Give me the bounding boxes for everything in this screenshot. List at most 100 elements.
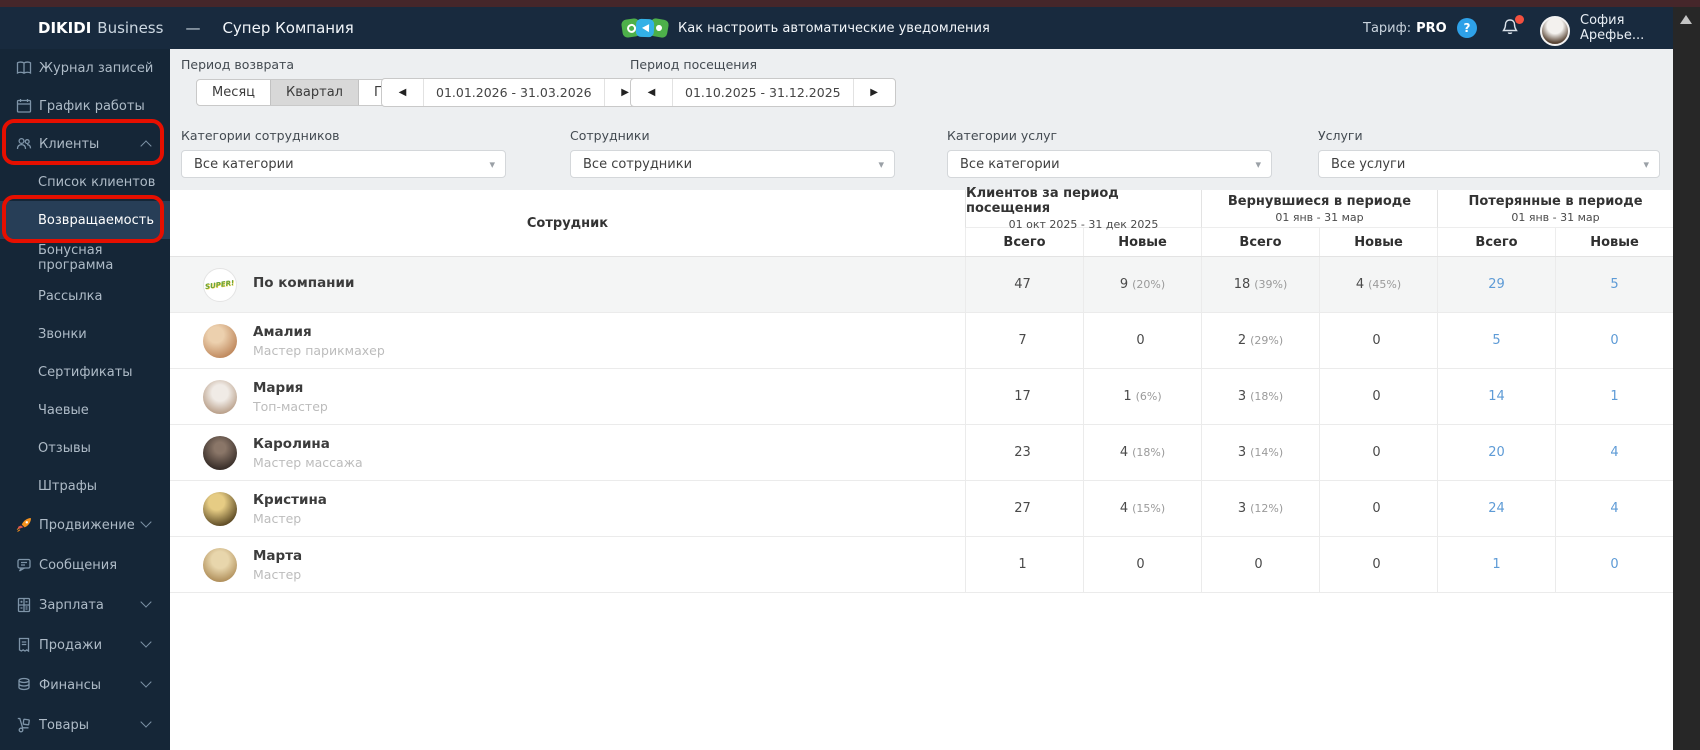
sidebar-item-calls[interactable]: Звонки: [0, 315, 170, 353]
brand-dikidi: DIKIDI: [38, 19, 92, 37]
next-period-button[interactable]: ▶: [852, 79, 895, 106]
cell-lost-new-link[interactable]: 0: [1555, 313, 1673, 368]
table-row: Мария Топ-мастер 17 1 (6%) 3 (18%) 0 14 1: [170, 369, 1673, 425]
employee-name: Кристина: [253, 491, 327, 508]
sidebar-item-salary[interactable]: Зарплата: [0, 585, 170, 625]
chevron-down-icon: ▾: [489, 157, 495, 171]
sidebar-item-label: Товары: [39, 717, 90, 733]
sidebar-item-label: Отзывы: [38, 440, 91, 456]
promo-link[interactable]: Как настроить автоматические уведомления: [620, 7, 990, 49]
sidebar-item-returnability[interactable]: Возвращаемость: [0, 201, 170, 239]
sidebar-item-schedule[interactable]: График работы: [0, 87, 170, 125]
table-row: Каролина Мастер массажа 23 4 (18%) 3 (14%)…: [170, 425, 1673, 481]
sidebar-item-journal[interactable]: Журнал записей: [0, 49, 170, 87]
cell-lost-new-link[interactable]: 1: [1555, 369, 1673, 424]
handtruck-icon: [13, 716, 35, 734]
sidebar-item-sales[interactable]: Продажи: [0, 625, 170, 665]
employee-role: Мастер: [253, 566, 302, 582]
sidebar-item-label: Зарплата: [39, 597, 104, 613]
cell-clients-total: 23: [965, 425, 1083, 480]
staff-categories-select[interactable]: Все категории ▾: [181, 150, 506, 178]
sidebar-item-reviews[interactable]: Отзывы: [0, 429, 170, 467]
employee-cell: SUPER! По компании: [170, 257, 965, 312]
cell-lost-new-link[interactable]: 4: [1555, 481, 1673, 536]
sidebar-item-label: Возвращаемость: [38, 212, 155, 228]
cell-lost-total-link[interactable]: 20: [1437, 425, 1555, 480]
cell-returned-new: 0: [1319, 313, 1437, 368]
sidebar-item-goods[interactable]: Товары: [0, 705, 170, 745]
return-period-range[interactable]: 01.01.2026 - 31.03.2026: [424, 79, 604, 106]
page-scrollbar[interactable]: [1673, 7, 1700, 750]
sidebar-item-promotion[interactable]: Продвижение: [0, 505, 170, 545]
calculator-icon: [13, 596, 35, 614]
cell-clients-new: 9 (20%): [1083, 257, 1201, 312]
chevron-down-icon: [140, 716, 152, 728]
chevron-up-icon: [140, 140, 152, 152]
cell-clients-total: 27: [965, 481, 1083, 536]
sidebar-item-label: Звонки: [38, 326, 87, 342]
sidebar-item-label: Рассылка: [38, 288, 103, 304]
notifications-button[interactable]: [1500, 15, 1524, 39]
prev-period-button[interactable]: ◀: [631, 79, 673, 106]
user-avatar[interactable]: [1540, 16, 1570, 46]
sidebar-item-certificates[interactable]: Сертификаты: [0, 353, 170, 391]
cell-returned-total: 18 (39%): [1201, 257, 1319, 312]
service-categories-value: Все категории: [960, 156, 1060, 172]
chevron-down-icon: [140, 676, 152, 688]
sidebar-item-tips[interactable]: Чаевые: [0, 391, 170, 429]
cell-lost-total-link[interactable]: 29: [1437, 257, 1555, 312]
visit-period-range[interactable]: 01.10.2025 - 31.12.2025: [673, 79, 853, 106]
clients-icon: [13, 135, 35, 153]
help-icon[interactable]: ?: [1457, 18, 1477, 38]
sidebar-item-mailing[interactable]: Рассылка: [0, 277, 170, 315]
sidebar-item-label: Штрафы: [38, 478, 98, 494]
employee-role: Мастер: [253, 510, 302, 526]
employee-avatar: [203, 491, 237, 526]
cell-lost-total-link[interactable]: 24: [1437, 481, 1555, 536]
sidebar-item-label: Бонусная программа: [38, 243, 114, 273]
employee-name: Амалия: [253, 323, 312, 340]
cell-lost-new-link[interactable]: 0: [1555, 537, 1673, 592]
cell-lost-new-link[interactable]: 5: [1555, 257, 1673, 312]
sidebar-item-clients[interactable]: Клиенты: [0, 125, 170, 163]
scroll-up-arrow-icon[interactable]: [1680, 15, 1692, 24]
employee-avatar: [203, 435, 237, 470]
sidebar-item-label: График работы: [39, 98, 145, 114]
subheader-total: Всего: [965, 228, 1083, 256]
company-logo: SUPER!: [203, 267, 237, 302]
visit-period-label: Период посещения: [630, 57, 758, 72]
cell-returned-new: 0: [1319, 425, 1437, 480]
tariff-badge[interactable]: Тариф: PRO: [1363, 7, 1447, 49]
sidebar-item-messages[interactable]: Сообщения: [0, 545, 170, 585]
cell-lost-total-link[interactable]: 5: [1437, 313, 1555, 368]
cell-returned-total: 3 (18%): [1201, 369, 1319, 424]
cell-lost-total-link[interactable]: 14: [1437, 369, 1555, 424]
cell-lost-total-link[interactable]: 1: [1437, 537, 1555, 592]
service-categories-select[interactable]: Все категории ▾: [947, 150, 1272, 178]
service-categories-label: Категории услуг: [947, 128, 1058, 143]
employee-role: Мастер массажа: [253, 454, 363, 470]
sidebar-item-bonus-program[interactable]: Бонусная программа: [0, 239, 170, 277]
returnability-table: Сотрудник Клиентов за период посещения 0…: [170, 186, 1673, 750]
subheader-total: Всего: [1437, 228, 1555, 256]
sidebar-item-finance[interactable]: Финансы: [0, 665, 170, 705]
toggle-quarter[interactable]: Квартал: [270, 80, 359, 105]
prev-period-button[interactable]: ◀: [382, 79, 424, 106]
employee-cell: Марта Мастер: [170, 537, 965, 592]
tariff-label: Тариф:: [1363, 20, 1412, 36]
cell-clients-total: 7: [965, 313, 1083, 368]
cell-clients-new: 4 (15%): [1083, 481, 1201, 536]
staff-select[interactable]: Все сотрудники ▾: [570, 150, 895, 178]
services-select[interactable]: Все услуги ▾: [1318, 150, 1660, 178]
user-name[interactable]: София Арефье...: [1580, 7, 1673, 49]
sidebar-item-client-list[interactable]: Список клиентов: [0, 163, 170, 201]
subheader-total: Всего: [1201, 228, 1319, 256]
cell-clients-new: 0: [1083, 313, 1201, 368]
chevron-down-icon: ▾: [1255, 157, 1261, 171]
toggle-month[interactable]: Месяц: [197, 80, 270, 105]
return-period-datenav: ◀ 01.01.2026 - 31.03.2026 ▶: [381, 78, 647, 107]
tariff-value: PRO: [1416, 20, 1447, 36]
cell-lost-new-link[interactable]: 4: [1555, 425, 1673, 480]
sidebar-item-penalties[interactable]: Штрафы: [0, 467, 170, 505]
cell-clients-total: 1: [965, 537, 1083, 592]
